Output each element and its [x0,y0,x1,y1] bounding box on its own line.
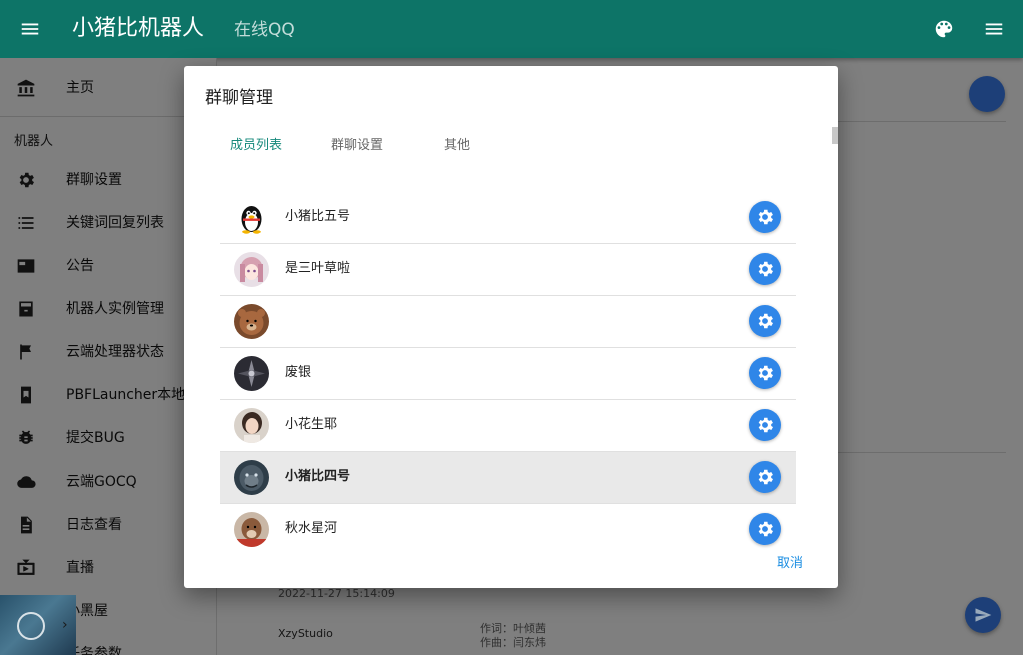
drawer-item-label: 云端GOCQ [66,474,137,490]
archive-icon [19,301,33,317]
drawer-item-label: PBFLauncher本地版 [66,387,200,403]
drawer-item-label: 机器人实例管理 [66,301,164,317]
dog-avatar [234,512,269,547]
gear-icon [19,172,34,188]
tab-group-settings[interactable]: 群聊设置 [331,137,383,155]
dialog-title: 群聊管理 [205,88,273,108]
send-fab[interactable] [965,597,1001,633]
mini-player[interactable]: › [0,595,76,655]
gear-icon [758,313,773,329]
qq-penguin-avatar [234,200,269,235]
member-name: 小猪比五号 [285,209,351,224]
composer-text: 作曲：闫东炜 [480,636,546,649]
cloud-icon [17,476,36,488]
list-icon [18,217,34,229]
member-name: 秋水星河 [285,521,338,536]
member-name: 废银 [285,365,312,380]
bank-icon [17,79,35,97]
member-row[interactable]: 废银 [220,348,796,400]
dark-art-avatar [234,356,269,391]
member-settings-button[interactable] [749,513,781,545]
drawer-item-label: 关键词回复列表 [66,215,164,231]
gear-icon [758,365,773,381]
tv-icon [17,559,35,575]
member-name: 是三叶草啦 [285,261,351,276]
member-settings-button[interactable] [749,461,781,493]
flag-icon [20,344,31,360]
drawer-item-label: 公告 [66,258,94,274]
portrait-avatar [234,408,269,443]
drawer-section-title: 机器人 [14,134,54,149]
book-icon [21,386,31,404]
more-menu-icon[interactable] [983,18,1005,40]
play-icon[interactable] [17,612,45,640]
tab-member-list[interactable]: 成员列表 [230,137,282,155]
member-row[interactable]: 秋水星河 [220,504,796,555]
drawer-item-label: 群聊设置 [66,172,122,188]
bug-icon [19,430,33,444]
gear-icon [758,261,773,277]
member-settings-button[interactable] [749,305,781,337]
post-timestamp: 2022-11-27 15:14:09 [278,587,395,600]
toggle-fab[interactable] [969,76,1005,112]
bear-avatar [234,304,269,339]
file-icon [21,516,32,534]
member-row[interactable] [220,296,796,348]
app-subtitle: 在线QQ [234,20,295,40]
drawer-item-label: 提交BUG [66,430,125,446]
announcement-icon [17,259,35,273]
member-settings-button[interactable] [749,409,781,441]
gorilla-avatar [234,460,269,495]
app-bar: 小猪比机器人 在线QQ [0,0,1023,58]
gear-icon [758,417,773,433]
member-list: 小猪比五号 是三叶草啦 废银 小花生耶 小猪比四号 秋水星河 [220,192,796,555]
gear-icon [758,209,773,225]
member-name: 小花生耶 [285,417,338,432]
gear-icon [758,521,773,537]
drawer-item-label: 直播 [66,560,94,576]
palette-icon[interactable] [933,18,955,40]
drawer-item-label: 日志查看 [66,517,122,533]
menu-icon[interactable] [19,18,41,40]
member-row[interactable]: 小花生耶 [220,400,796,452]
member-row[interactable]: 小猪比四号 [220,452,796,504]
send-icon [975,608,992,622]
drawer-item-label: 主页 [66,80,94,96]
cancel-button[interactable]: 取消 [777,555,803,573]
scrollbar[interactable] [832,127,838,144]
member-settings-button[interactable] [749,253,781,285]
member-settings-button[interactable] [749,201,781,233]
member-row[interactable]: 小猪比五号 [220,192,796,244]
chevron-right-icon[interactable]: › [62,617,68,633]
member-row[interactable]: 是三叶草啦 [220,244,796,296]
app-title: 小猪比机器人 [72,16,205,41]
member-name: 小猪比四号 [285,469,351,484]
gear-icon [758,469,773,485]
tab-other[interactable]: 其他 [444,137,470,155]
group-management-dialog: 群聊管理 成员列表 群聊设置 其他 小猪比五号 是三叶草啦 废银 小花生耶 小猪… [184,66,838,588]
member-settings-button[interactable] [749,357,781,389]
post-author: XzyStudio [278,627,333,640]
drawer-item-label: 云端处理器状态 [66,344,164,360]
anime-girl-avatar [234,252,269,287]
